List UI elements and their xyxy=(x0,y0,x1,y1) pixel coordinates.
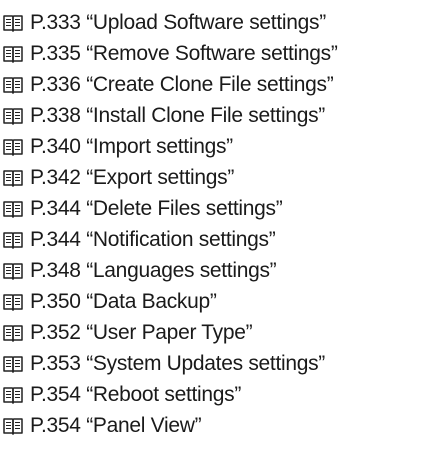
book-icon xyxy=(3,45,23,63)
page-ref: P.352 xyxy=(30,321,81,344)
reference-link[interactable]: P.342 “Export settings” xyxy=(0,162,427,193)
section-title: “Languages settings” xyxy=(86,259,277,282)
book-icon xyxy=(3,200,23,218)
page-ref: P.350 xyxy=(30,290,81,313)
section-title: “Panel View” xyxy=(86,414,202,437)
book-icon xyxy=(3,138,23,156)
page-ref: P.353 xyxy=(30,352,81,375)
reference-list: P.333 “Upload Software settings” P.335 “… xyxy=(0,0,427,441)
book-icon xyxy=(3,324,23,342)
section-title: “Upload Software settings” xyxy=(86,11,326,34)
section-title: “User Paper Type” xyxy=(86,321,253,344)
page-ref: P.354 xyxy=(30,383,81,406)
reference-link[interactable]: P.350 “Data Backup” xyxy=(0,286,427,317)
section-title: “System Updates settings” xyxy=(86,352,325,375)
reference-link[interactable]: P.344 “Notification settings” xyxy=(0,224,427,255)
section-title: “Reboot settings” xyxy=(86,383,242,406)
section-title: “Delete Files settings” xyxy=(86,197,283,220)
book-icon xyxy=(3,76,23,94)
book-icon xyxy=(3,355,23,373)
section-title: “Notification settings” xyxy=(86,228,276,251)
page-ref: P.336 xyxy=(30,73,81,96)
book-icon xyxy=(3,262,23,280)
book-icon xyxy=(3,386,23,404)
page-ref: P.348 xyxy=(30,259,81,282)
reference-link[interactable]: P.352 “User Paper Type” xyxy=(0,317,427,348)
reference-link[interactable]: P.333 “Upload Software settings” xyxy=(0,7,427,38)
section-title: “Export settings” xyxy=(86,166,235,189)
section-title: “Data Backup” xyxy=(86,290,217,313)
reference-link[interactable]: P.335 “Remove Software settings” xyxy=(0,38,427,69)
book-icon xyxy=(3,231,23,249)
section-title: “Create Clone File settings” xyxy=(86,73,334,96)
page-ref: P.333 xyxy=(30,11,81,34)
book-icon xyxy=(3,14,23,32)
page-ref: P.344 xyxy=(30,228,81,251)
book-icon xyxy=(3,293,23,311)
reference-link[interactable]: P.340 “Import settings” xyxy=(0,131,427,162)
page-ref: P.338 xyxy=(30,104,81,127)
page-ref: P.342 xyxy=(30,166,81,189)
reference-link[interactable]: P.348 “Languages settings” xyxy=(0,255,427,286)
section-title: “Remove Software settings” xyxy=(86,42,338,65)
book-icon xyxy=(3,417,23,435)
book-icon xyxy=(3,107,23,125)
section-title: “Install Clone File settings” xyxy=(86,104,325,127)
reference-link[interactable]: P.336 “Create Clone File settings” xyxy=(0,69,427,100)
page-ref: P.344 xyxy=(30,197,81,220)
reference-link[interactable]: P.354 “Reboot settings” xyxy=(0,379,427,410)
page-ref: P.354 xyxy=(30,414,81,437)
book-icon xyxy=(3,169,23,187)
reference-link[interactable]: P.338 “Install Clone File settings” xyxy=(0,100,427,131)
section-title: “Import settings” xyxy=(86,135,233,158)
page-ref: P.335 xyxy=(30,42,81,65)
reference-link[interactable]: P.354 “Panel View” xyxy=(0,410,427,441)
reference-link[interactable]: P.353 “System Updates settings” xyxy=(0,348,427,379)
reference-link[interactable]: P.344 “Delete Files settings” xyxy=(0,193,427,224)
page-ref: P.340 xyxy=(30,135,81,158)
